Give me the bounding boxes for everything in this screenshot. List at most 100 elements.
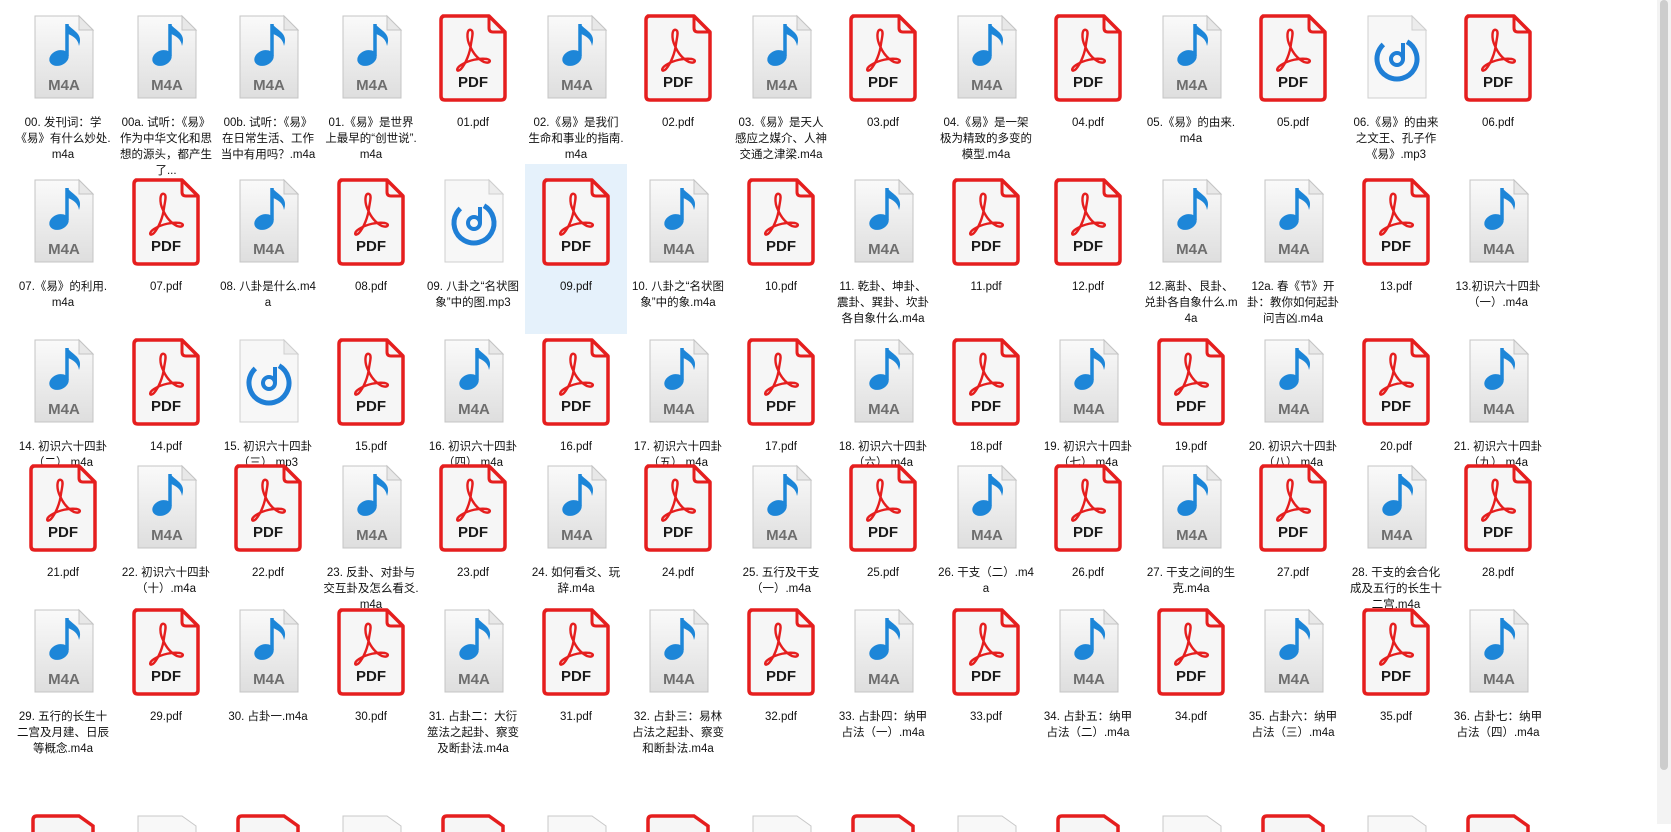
file-item-partial[interactable] — [950, 812, 1022, 832]
file-item[interactable]: M4A 08. 八卦是什么.m4a — [217, 164, 319, 334]
file-name: 24.pdf — [662, 567, 694, 579]
file-item[interactable]: M4A 03.《易》是天人感应之媒介、人神交通之津梁.m4a — [730, 0, 832, 170]
file-item-partial[interactable] — [745, 812, 817, 832]
file-item[interactable]: PDF 08.pdf — [320, 164, 422, 334]
file-item[interactable]: M4A 36. 占卦七：纳甲占法（四）.m4a — [1447, 594, 1549, 764]
file-item[interactable]: PDF 04.pdf — [1037, 0, 1139, 170]
acrobat-pdf-document-icon: PDF — [335, 336, 407, 431]
file-item[interactable]: M4A 33. 占卦四：纳甲占法（一）.m4a — [832, 594, 934, 764]
file-item[interactable]: M4A 12.离卦、艮卦、兑卦各自象什么.m4a — [1140, 164, 1242, 334]
svg-text:PDF: PDF — [151, 398, 181, 415]
file-item[interactable]: PDF 03.pdf — [832, 0, 934, 170]
svg-text:PDF: PDF — [663, 524, 693, 541]
file-item[interactable]: PDF 07.pdf — [115, 164, 217, 334]
svg-text:M4A: M4A — [663, 401, 695, 418]
file-item[interactable]: M4A 02.《易》是我们生命和事业的指南.m4a — [525, 0, 627, 170]
file-item-partial[interactable] — [437, 812, 509, 832]
file-item[interactable]: M4A 35. 占卦六：纳甲占法（三）.m4a — [1242, 594, 1344, 764]
file-item[interactable]: M4A 31. 占卦二：大衍筮法之起卦、察变及断卦法.m4a — [422, 594, 524, 764]
file-item[interactable]: 09. 八卦之“名状图象”中的图.mp3 — [422, 164, 524, 334]
file-item-partial[interactable] — [130, 812, 202, 832]
svg-text:M4A: M4A — [1176, 241, 1208, 258]
file-item[interactable]: PDF 34.pdf — [1140, 594, 1242, 764]
file-item[interactable]: M4A 12a. 春《节》开卦：教你如何起卦问吉凶.m4a — [1242, 164, 1344, 334]
file-item[interactable]: PDF 05.pdf — [1242, 0, 1344, 170]
file-item-partial[interactable] — [1257, 812, 1329, 832]
file-name: 30. 占卦一.m4a — [228, 711, 308, 723]
file-item[interactable]: M4A 11. 乾卦、坤卦、震卦、巽卦、坎卦各自象什么.m4a — [832, 164, 934, 334]
svg-text:M4A: M4A — [868, 241, 900, 258]
acrobat-pdf-document-icon: PDF — [847, 462, 919, 557]
music-note-document-icon: M4A — [232, 12, 304, 107]
file-item[interactable]: PDF 32.pdf — [730, 594, 832, 764]
file-item[interactable]: PDF 10.pdf — [730, 164, 832, 334]
file-item[interactable]: M4A 07.《易》的利用.m4a — [12, 164, 114, 334]
file-item[interactable]: PDF 02.pdf — [627, 0, 729, 170]
music-note-document-icon: M4A — [335, 12, 407, 107]
music-note-document-icon: M4A — [1462, 606, 1534, 701]
file-item-partial[interactable] — [1360, 812, 1432, 832]
file-name: 11.pdf — [970, 281, 1002, 293]
file-name: 29.pdf — [150, 711, 182, 723]
groove-music-document-icon — [437, 176, 509, 271]
file-item-partial[interactable] — [642, 812, 714, 832]
vertical-scrollbar[interactable] — [1657, 0, 1671, 824]
file-item[interactable]: M4A 13.初识六十四卦（一）.m4a — [1447, 164, 1549, 334]
file-item[interactable]: M4A 01.《易》是世界上最早的“创世说”.m4a — [320, 0, 422, 170]
file-name: 27.pdf — [1277, 567, 1309, 579]
file-item-partial[interactable] — [1155, 812, 1227, 832]
file-name: 23.pdf — [457, 567, 489, 579]
file-item[interactable]: M4A 34. 占卦五：纳甲占法（二）.m4a — [1037, 594, 1139, 764]
file-name: 32.pdf — [765, 711, 797, 723]
svg-text:M4A: M4A — [1278, 401, 1310, 418]
svg-text:M4A: M4A — [458, 401, 490, 418]
music-note-document-icon: M4A — [232, 606, 304, 701]
file-item[interactable]: PDF 09.pdf — [525, 164, 627, 334]
file-name: 12a. 春《节》开卦：教你如何起卦问吉凶.m4a — [1247, 281, 1339, 325]
file-item-partial[interactable] — [27, 812, 99, 832]
file-item[interactable]: PDF 29.pdf — [115, 594, 217, 764]
acrobat-pdf-document-icon: PDF — [130, 336, 202, 431]
file-item[interactable]: M4A 05.《易》的由来.m4a — [1140, 0, 1242, 170]
file-item-partial[interactable] — [540, 812, 612, 832]
svg-text:M4A: M4A — [971, 77, 1003, 94]
file-item-partial[interactable] — [847, 812, 919, 832]
file-item[interactable]: M4A 29. 五行的长生十二宫及月建、日辰等概念.m4a — [12, 594, 114, 764]
file-item[interactable]: PDF 06.pdf — [1447, 0, 1549, 170]
file-item[interactable]: M4A 00. 发刊词：学《易》有什么妙处.m4a — [12, 0, 114, 170]
file-item[interactable]: M4A 04.《易》是一架极为精致的多变的模型.m4a — [935, 0, 1037, 170]
svg-text:M4A: M4A — [356, 77, 388, 94]
file-item[interactable]: M4A 00b. 试听：《易》在日常生活、工作当中有用吗？.m4a — [217, 0, 319, 170]
file-item[interactable]: 06.《易》的由来之文王、孔子作《易》.mp3 — [1345, 0, 1447, 170]
svg-text:M4A: M4A — [253, 241, 285, 258]
file-item-partial[interactable] — [335, 812, 407, 832]
file-item[interactable]: PDF 11.pdf — [935, 164, 1037, 334]
file-item-partial[interactable] — [1462, 812, 1534, 832]
scrollbar-thumb[interactable] — [1660, 0, 1668, 770]
file-name: 12.离卦、艮卦、兑卦各自象什么.m4a — [1144, 281, 1238, 325]
file-item-partial[interactable] — [1052, 812, 1124, 832]
svg-text:PDF: PDF — [1278, 74, 1308, 91]
file-name: 05.《易》的由来.m4a — [1146, 117, 1236, 145]
file-item[interactable]: PDF 31.pdf — [525, 594, 627, 764]
svg-text:PDF: PDF — [561, 398, 591, 415]
svg-text:M4A: M4A — [1483, 671, 1515, 688]
file-item[interactable]: PDF 12.pdf — [1037, 164, 1139, 334]
svg-text:PDF: PDF — [253, 524, 283, 541]
file-item[interactable]: PDF 30.pdf — [320, 594, 422, 764]
file-item[interactable]: PDF 35.pdf — [1345, 594, 1447, 764]
file-item[interactable]: M4A 10. 八卦之“名状图象”中的象.m4a — [627, 164, 729, 334]
file-item[interactable]: M4A 30. 占卦一.m4a — [217, 594, 319, 764]
file-item-partial[interactable] — [232, 812, 304, 832]
svg-text:M4A: M4A — [766, 77, 798, 94]
svg-text:PDF: PDF — [561, 238, 591, 255]
file-item[interactable]: M4A 00a. 试听：《易》作为中华文化和思想的源头，都产生了... — [115, 0, 217, 177]
file-item[interactable]: PDF 01.pdf — [422, 0, 524, 170]
file-name: 08.pdf — [355, 281, 387, 293]
music-note-document-icon: M4A — [27, 336, 99, 431]
file-item[interactable]: PDF 13.pdf — [1345, 164, 1447, 334]
file-item[interactable]: PDF 33.pdf — [935, 594, 1037, 764]
file-name: 24. 如何看爻、玩辞.m4a — [531, 567, 621, 595]
file-name: 32. 占卦三：易林占法之起卦、察变和断卦法.m4a — [632, 711, 724, 755]
file-item[interactable]: M4A 32. 占卦三：易林占法之起卦、察变和断卦法.m4a — [627, 594, 729, 764]
